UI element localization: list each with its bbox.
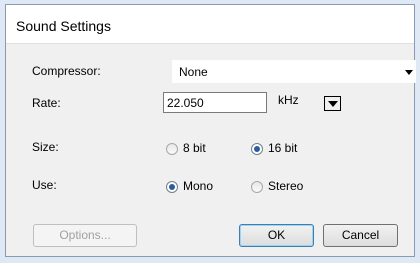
size-8bit-label: 8 bit (183, 141, 206, 155)
use-label: Use: (32, 178, 57, 192)
size-label: Size: (32, 140, 59, 154)
cancel-button[interactable]: Cancel (323, 224, 398, 247)
options-button[interactable]: Options... (33, 224, 137, 247)
use-stereo-label: Stereo (268, 179, 304, 193)
title-bar[interactable]: Sound Settings (6, 5, 414, 44)
settings-panel: Compressor: None Rate: kHz Size: 8 bit 1… (16, 50, 416, 252)
chevron-down-icon (405, 70, 413, 75)
compressor-select[interactable]: None (172, 60, 416, 83)
use-mono-label: Mono (183, 179, 214, 193)
ok-button[interactable]: OK (239, 224, 314, 247)
rate-dropdown-button[interactable] (324, 96, 341, 111)
rate-label: Rate: (32, 96, 61, 110)
size-16bit-label: 16 bit (268, 141, 298, 155)
dropdown-arrow-icon (328, 101, 338, 107)
desktop-frame: Sound Settings Compressor: None Rate: kH… (0, 0, 420, 263)
rate-input[interactable] (163, 92, 267, 113)
compressor-label: Compressor: (32, 64, 101, 78)
use-stereo-radio[interactable] (251, 181, 263, 193)
size-8bit-radio[interactable] (166, 143, 178, 155)
compressor-value: None (179, 65, 208, 79)
sound-settings-dialog: Sound Settings Compressor: None Rate: kH… (5, 4, 416, 257)
use-mono-radio[interactable] (166, 181, 178, 193)
window-title: Sound Settings (16, 18, 111, 34)
rate-unit: kHz (278, 93, 299, 107)
size-16bit-radio[interactable] (251, 143, 263, 155)
